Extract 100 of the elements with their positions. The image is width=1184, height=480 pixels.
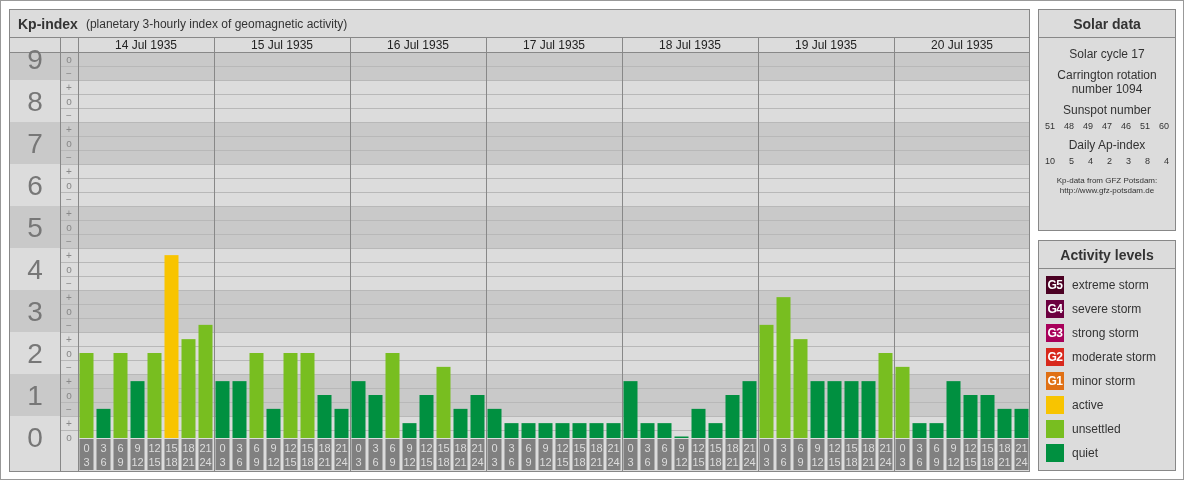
x-tick-label: 0 3 <box>899 442 906 468</box>
time-slot-label: 9 12 <box>402 439 417 470</box>
minor-tick-label: + <box>66 123 72 135</box>
ap-value: 3 <box>1125 156 1131 166</box>
time-slot-label: 0 3 <box>79 439 94 470</box>
bar <box>589 423 604 438</box>
x-tick-label: 6 9 <box>253 442 260 468</box>
minor-tick-label: + <box>66 207 72 219</box>
time-slot-label: 18 21 <box>181 439 196 470</box>
bar <box>929 423 944 438</box>
time-slot-label: 9 12 <box>946 439 961 470</box>
axis-label: 4 <box>27 253 43 285</box>
minor-tick-label: o <box>66 179 72 191</box>
x-tick-label: 3 6 <box>100 442 107 468</box>
time-slot-label: 12 15 <box>283 439 298 470</box>
level-label: moderate storm <box>1072 350 1157 364</box>
time-slot-label: 0 3 <box>895 439 910 470</box>
x-tick-label: 6 9 <box>661 442 668 468</box>
time-slot-label: 6 9 <box>929 439 944 470</box>
bar <box>96 408 111 438</box>
bar <box>351 381 366 438</box>
minor-tick-label: o <box>66 347 72 359</box>
credit-text: Kp-data from GFZ Potsdam: <box>1056 176 1158 186</box>
bar <box>1014 408 1029 438</box>
x-tick-label: 6 9 <box>117 442 124 468</box>
time-slot-label: 3 6 <box>776 439 791 470</box>
x-tick-label: 6 9 <box>797 442 804 468</box>
bar <box>317 395 332 438</box>
x-tick-label: 0 3 <box>83 442 90 468</box>
time-slot-label: 9 12 <box>538 439 553 470</box>
time-slot-label: 6 9 <box>249 439 264 470</box>
axis-label: 2 <box>27 337 43 369</box>
bar <box>810 381 825 438</box>
sunspot-value: 49 <box>1082 121 1093 131</box>
carrington-text: Carrington rotation number 1094 <box>1056 68 1158 96</box>
date-label: 15 Jul 1935 <box>250 38 314 52</box>
sunspot-value: 47 <box>1101 121 1112 131</box>
sunspot-value: 51 <box>1139 121 1150 131</box>
minor-tick-label: + <box>66 81 72 93</box>
level-badge: G4 <box>1046 300 1064 318</box>
bar <box>691 408 706 438</box>
bar <box>453 408 468 438</box>
bar <box>572 423 587 438</box>
bar <box>742 381 757 438</box>
bar <box>725 395 740 438</box>
level-badge: G3 <box>1046 324 1064 342</box>
axis-label: 5 <box>27 211 43 243</box>
time-slot-label: 0 3 <box>487 439 502 470</box>
bar <box>980 395 995 438</box>
time-slot-label: 18 21 <box>861 439 876 470</box>
ap-value: 2 <box>1106 156 1112 166</box>
bar <box>487 408 502 438</box>
time-slot-label: 9 12 <box>266 439 281 470</box>
panel-subtitle: (planetary 3-hourly index of geomagnetic activity) <box>85 16 348 31</box>
x-tick-label: 0 3 <box>355 442 362 468</box>
time-slot-label: 15 18 <box>164 439 179 470</box>
time-slot-label: 21 24 <box>470 439 485 470</box>
date-label: 17 Jul 1935 <box>522 38 586 52</box>
time-slot-label: 15 18 <box>708 439 723 470</box>
level-label: active <box>1072 398 1104 412</box>
bar <box>266 408 281 438</box>
sunspot-value: 51 <box>1045 121 1055 131</box>
level-label: extreme storm <box>1072 278 1149 292</box>
time-slot-label: 6 9 <box>385 439 400 470</box>
axis-label: 0 <box>27 421 43 453</box>
time-slot-label: 0 3 <box>759 439 774 470</box>
x-tick-label: 3 6 <box>508 442 515 468</box>
bar <box>623 381 638 438</box>
time-slot-label: 18 21 <box>317 439 332 470</box>
bar <box>232 381 247 438</box>
bar <box>215 381 230 438</box>
section-heading: Sunspot number <box>1061 103 1153 117</box>
bar <box>470 395 485 438</box>
bar <box>895 366 910 438</box>
bar <box>538 423 553 438</box>
bar <box>334 408 349 438</box>
x-tick-label: 6 9 <box>389 442 396 468</box>
bar <box>861 381 876 438</box>
axis-label: 1 <box>27 379 43 411</box>
x-tick-label: 0 3 <box>219 442 226 468</box>
bar <box>827 381 842 438</box>
date-label: 18 Jul 1935 <box>658 38 722 52</box>
time-slot-label: 12 15 <box>419 439 434 470</box>
sunspot-value: 46 <box>1120 121 1131 131</box>
minor-tick-label: o <box>66 263 72 275</box>
panel-title: Activity levels <box>1039 241 1175 269</box>
time-slot-label: 6 9 <box>113 439 128 470</box>
time-slot-label: 9 12 <box>130 439 145 470</box>
time-slot-label: 21 24 <box>878 439 893 470</box>
time-slot-label: 6 9 <box>793 439 808 470</box>
x-tick-label: 0 3 <box>763 442 770 468</box>
minor-tick-label: − <box>66 403 72 415</box>
time-slot-label: 0 3 <box>623 439 638 470</box>
ap-value: 8 <box>1144 156 1150 166</box>
axis-label: 8 <box>27 85 43 117</box>
sunspot-value: 48 <box>1064 121 1074 131</box>
sunspot-value: 60 <box>1158 121 1169 131</box>
x-tick-label: 6 9 <box>933 442 940 468</box>
x-tick-label: 3 6 <box>372 442 379 468</box>
axis-label: 9 <box>27 43 43 75</box>
